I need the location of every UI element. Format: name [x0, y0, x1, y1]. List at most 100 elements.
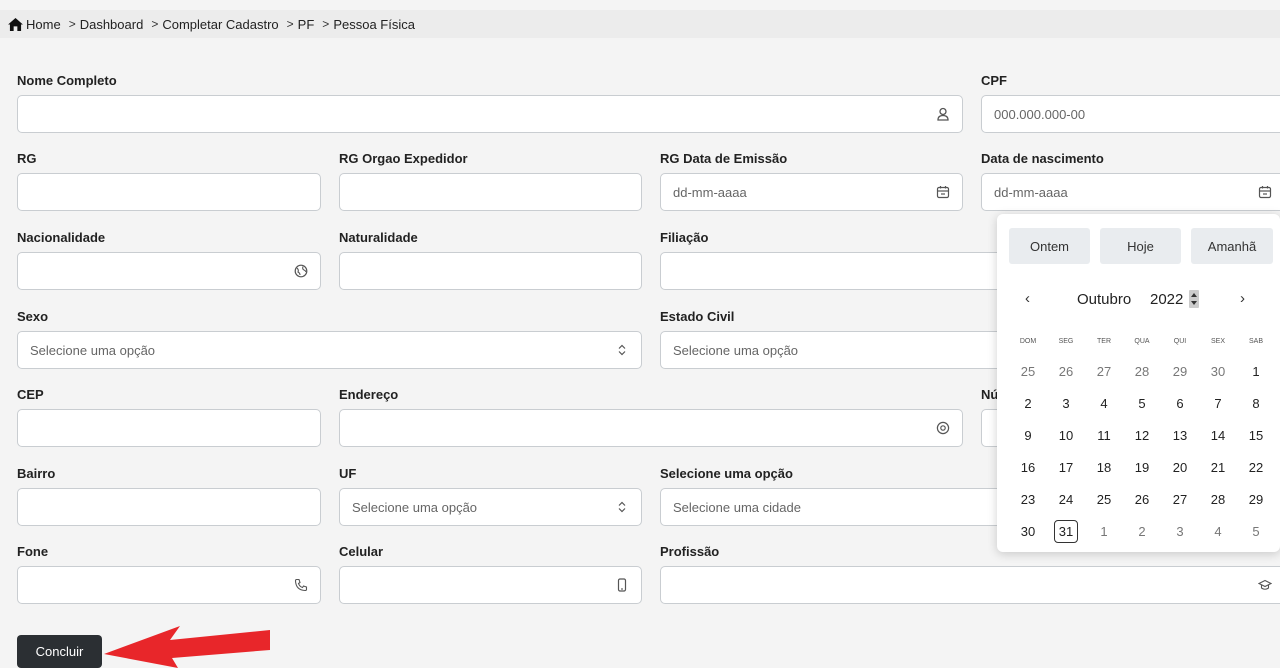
mobile-phone-icon: [615, 578, 629, 592]
chevron-right-icon: >: [286, 17, 294, 31]
naturalidade-input[interactable]: [339, 252, 642, 290]
datepicker-day[interactable]: 23: [1009, 486, 1047, 514]
profissao-label: Profissão: [660, 544, 720, 559]
datepicker-day[interactable]: 5: [1237, 518, 1275, 546]
weekday-label: DOM: [1019, 338, 1037, 345]
datepicker-days: 25 26 27 28 29 30 1 2 3 4 5 6 7 8 9 10 11 12 13 14 15 16 17 18 1…: [1009, 357, 1275, 550]
breadcrumb-completar-cadastro[interactable]: > Completar Cadastro: [151, 17, 278, 32]
chevron-right-icon[interactable]: ›: [1240, 290, 1245, 307]
estado-civil-placeholder: Selecione uma opção: [673, 342, 799, 358]
datepicker-day-label: 26: [1134, 492, 1150, 508]
datepicker-day[interactable]: 1: [1085, 518, 1123, 546]
rg-data-input[interactable]: dd-mm-aaaa: [660, 173, 963, 211]
datepicker-day[interactable]: 25: [1009, 357, 1047, 385]
datepicker-day[interactable]: 2: [1009, 389, 1047, 417]
sexo-select[interactable]: Selecione uma opção: [17, 331, 642, 369]
datepicker-day[interactable]: 30: [1199, 357, 1237, 385]
datepicker-day[interactable]: 30: [1009, 518, 1047, 546]
datepicker-day-label: 27: [1096, 363, 1112, 379]
breadcrumb-dashboard[interactable]: > Dashboard: [69, 17, 144, 32]
datepicker-day[interactable]: 28: [1123, 357, 1161, 385]
datepicker-day[interactable]: 4: [1085, 389, 1123, 417]
datepicker-day-label: 27: [1172, 492, 1188, 508]
calendar-icon[interactable]: [1258, 185, 1272, 199]
datepicker-day[interactable]: 4: [1199, 518, 1237, 546]
nome-completo-input[interactable]: [17, 95, 963, 133]
yesterday-button[interactable]: Ontem: [1009, 228, 1090, 264]
breadcrumb-pf[interactable]: > PF: [287, 17, 315, 32]
datepicker-day[interactable]: 7: [1199, 389, 1237, 417]
datepicker-day-label: 30: [1020, 524, 1036, 540]
datepicker-day[interactable]: 21: [1199, 454, 1237, 482]
datepicker-day[interactable]: 17: [1047, 454, 1085, 482]
breadcrumb-home[interactable]: Home: [8, 17, 61, 32]
datepicker-day[interactable]: 14: [1199, 421, 1237, 449]
celular-label: Celular: [339, 544, 384, 559]
endereco-label: Endereço: [339, 387, 399, 402]
datepicker-year[interactable]: 2022: [1150, 291, 1183, 308]
select-arrows-icon: [615, 500, 629, 514]
bairro-input[interactable]: [17, 488, 321, 526]
datepicker-day[interactable]: 13: [1161, 421, 1199, 449]
endereco-input[interactable]: [339, 409, 963, 447]
nacionalidade-input[interactable]: [17, 252, 321, 290]
cep-input[interactable]: [17, 409, 321, 447]
datepicker-day[interactable]: 10: [1047, 421, 1085, 449]
datepicker-day[interactable]: 24: [1047, 486, 1085, 514]
datepicker-day[interactable]: 22: [1237, 454, 1275, 482]
sexo-placeholder: Selecione uma opção: [30, 342, 156, 358]
calendar-icon[interactable]: [936, 185, 950, 199]
cpf-input[interactable]: 000.000.000-00: [981, 95, 1280, 133]
rg-label: RG: [17, 151, 37, 166]
chevron-right-icon: >: [151, 17, 159, 31]
chevron-left-icon[interactable]: ‹: [1025, 290, 1030, 307]
datepicker-day[interactable]: 8: [1237, 389, 1275, 417]
arrow-annotation-concluir: [104, 626, 270, 668]
datepicker-day[interactable]: 16: [1009, 454, 1047, 482]
datepicker-day[interactable]: 2: [1123, 518, 1161, 546]
datepicker-day[interactable]: 6: [1161, 389, 1199, 417]
datepicker-day-label: 22: [1248, 460, 1264, 476]
datepicker-day[interactable]: 25: [1085, 486, 1123, 514]
uf-select[interactable]: Selecione uma opção: [339, 488, 642, 526]
datepicker-day[interactable]: 19: [1123, 454, 1161, 482]
datepicker-day[interactable]: 26: [1047, 357, 1085, 385]
tomorrow-button[interactable]: Amanhã: [1191, 228, 1273, 264]
concluir-button[interactable]: Concluir: [17, 635, 102, 668]
today-button[interactable]: Hoje: [1100, 228, 1181, 264]
datepicker-day-label: 21: [1210, 460, 1226, 476]
datepicker-day[interactable]: 3: [1161, 518, 1199, 546]
datepicker-day-label: 11: [1097, 427, 1111, 443]
datepicker-month[interactable]: Outubro: [1077, 291, 1131, 308]
datepicker-day[interactable]: 20: [1161, 454, 1199, 482]
datepicker-day[interactable]: 28: [1199, 486, 1237, 514]
datepicker-day[interactable]: 11: [1085, 421, 1123, 449]
fone-label: Fone: [17, 544, 49, 559]
cidade-label: Selecione uma opção: [660, 466, 793, 481]
datepicker-day[interactable]: 15: [1237, 421, 1275, 449]
datepicker-day-today[interactable]: 31: [1047, 518, 1085, 546]
datepicker-day-label: 18: [1096, 460, 1112, 476]
datepicker-day[interactable]: 29: [1161, 357, 1199, 385]
sexo-label: Sexo: [17, 309, 49, 324]
datepicker-day[interactable]: 5: [1123, 389, 1161, 417]
datepicker-day[interactable]: 9: [1009, 421, 1047, 449]
bairro-label: Bairro: [17, 466, 56, 481]
year-spinner[interactable]: [1189, 290, 1199, 308]
celular-input[interactable]: [339, 566, 642, 604]
datepicker-day[interactable]: 26: [1123, 486, 1161, 514]
rg-orgao-input[interactable]: [339, 173, 642, 211]
datepicker-day[interactable]: 1: [1237, 357, 1275, 385]
fone-input[interactable]: [17, 566, 321, 604]
data-nascimento-input[interactable]: dd-mm-aaaa: [981, 173, 1280, 211]
rg-input[interactable]: [17, 173, 321, 211]
datepicker-day[interactable]: 12: [1123, 421, 1161, 449]
datepicker-day[interactable]: 29: [1237, 486, 1275, 514]
datepicker-day[interactable]: 27: [1161, 486, 1199, 514]
select-arrows-icon: [615, 343, 629, 357]
datepicker-day[interactable]: 3: [1047, 389, 1085, 417]
datepicker-day-label: 28: [1134, 363, 1150, 379]
profissao-input[interactable]: [660, 566, 1280, 604]
datepicker-day[interactable]: 27: [1085, 357, 1123, 385]
datepicker-day[interactable]: 18: [1085, 454, 1123, 482]
